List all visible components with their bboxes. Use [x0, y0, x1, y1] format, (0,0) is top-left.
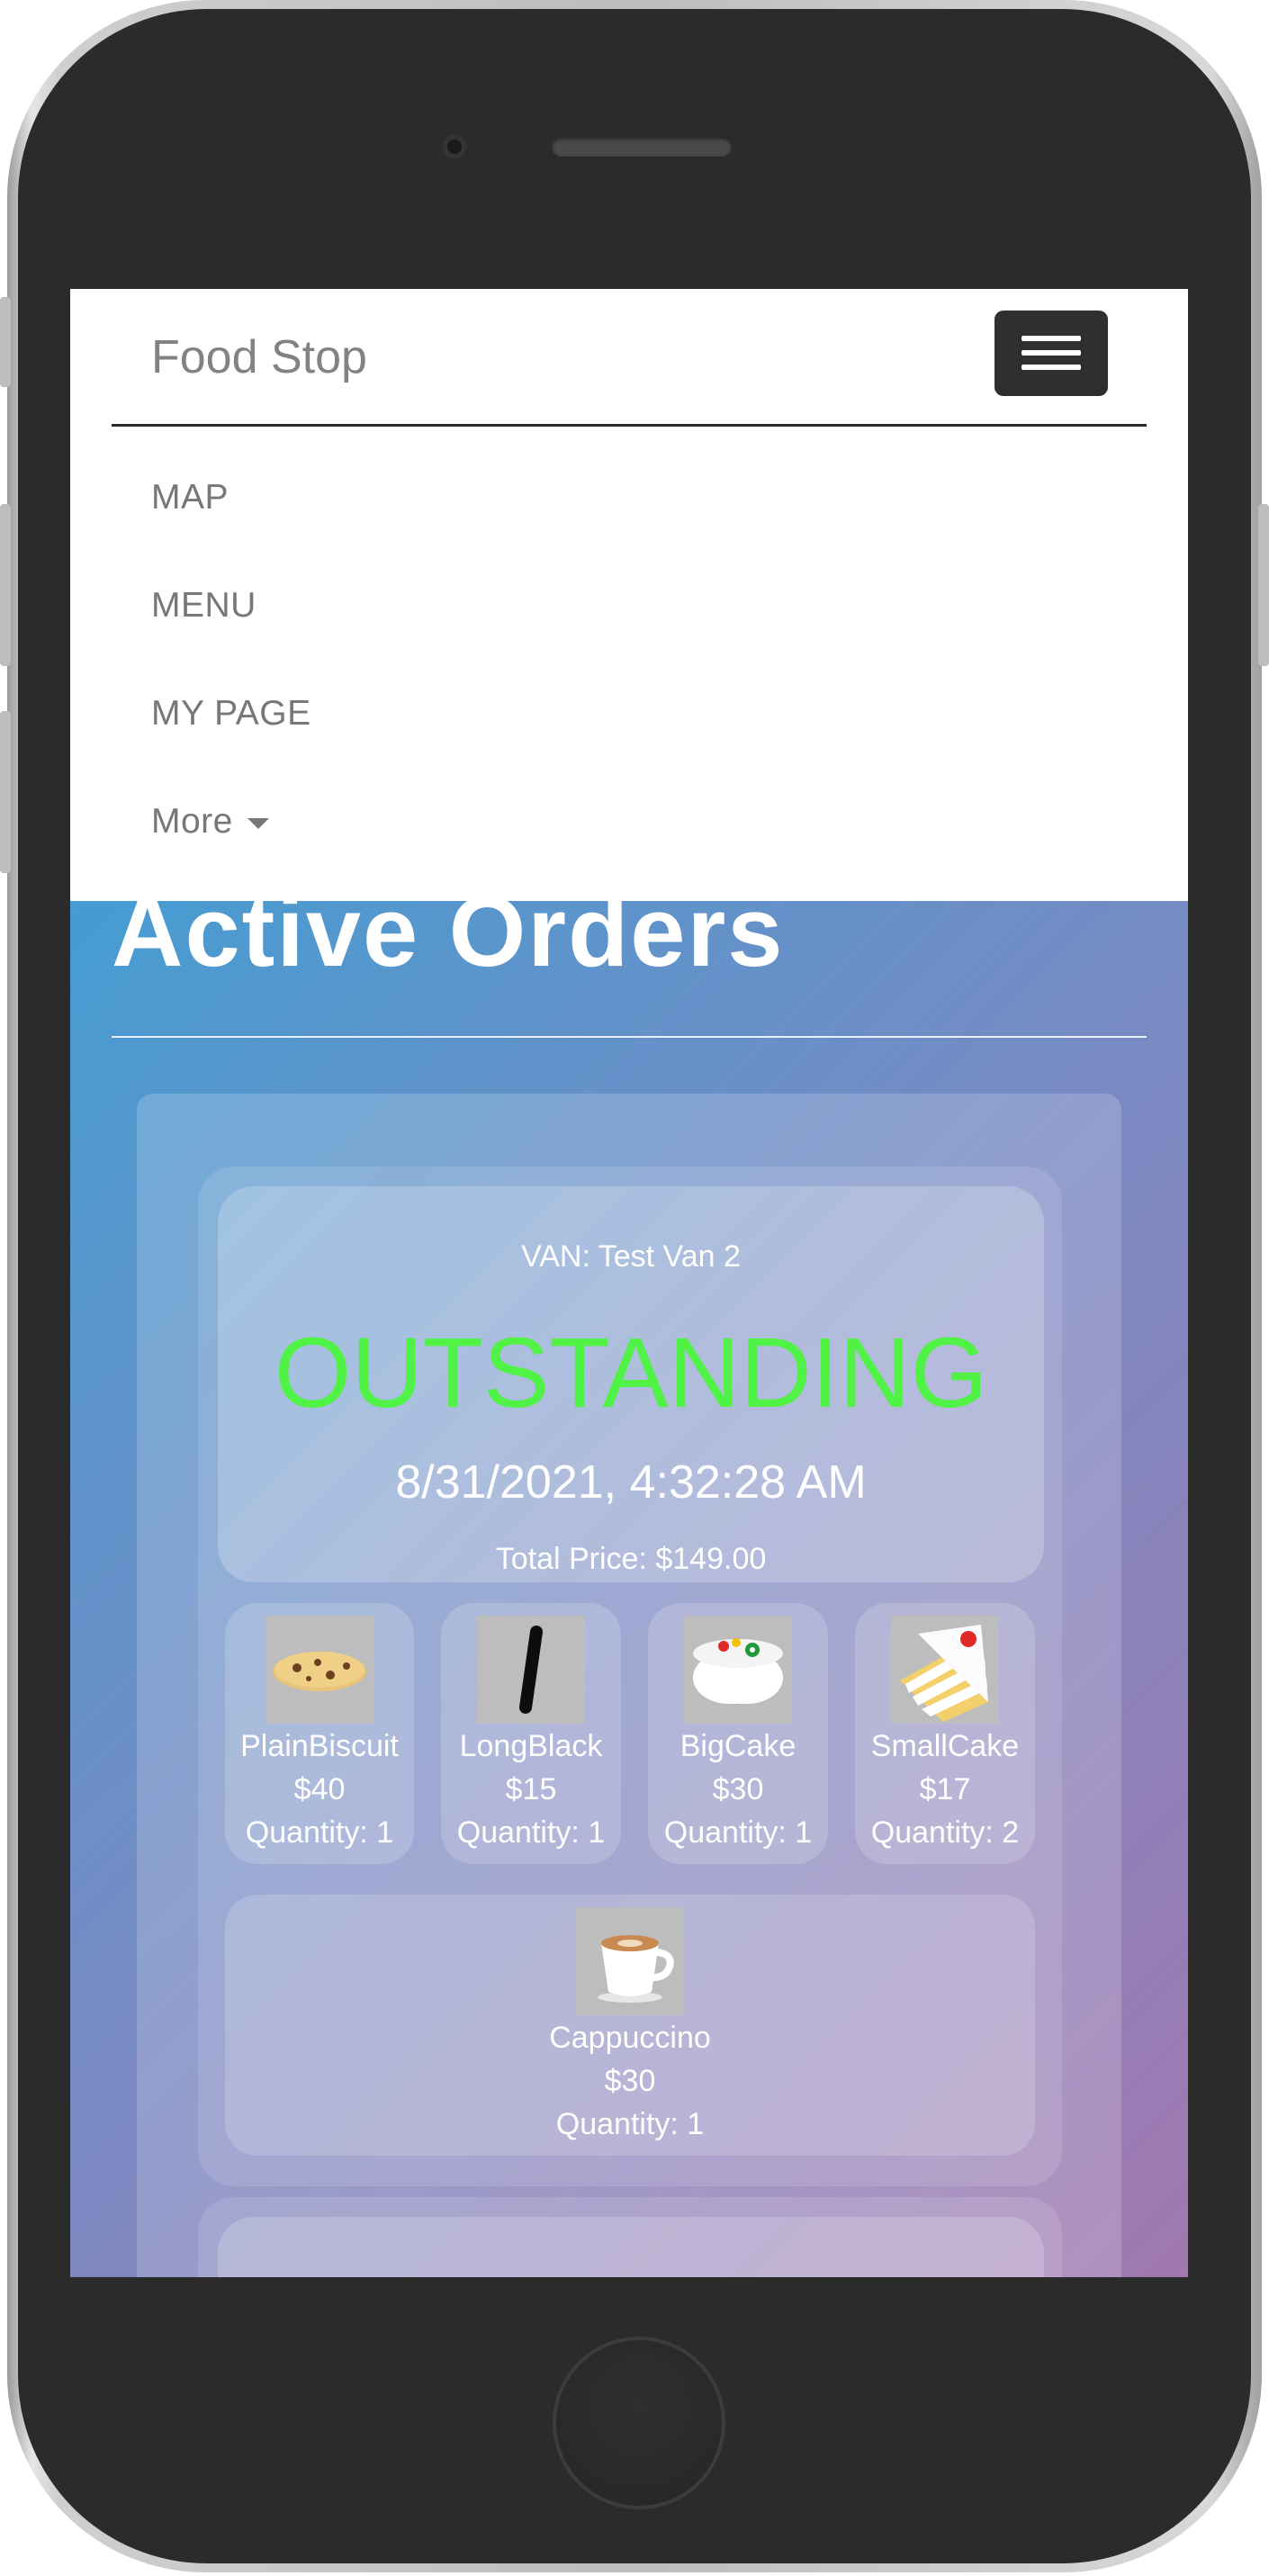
- cake-slice-icon: [891, 1616, 999, 1724]
- nav-item-menu[interactable]: MENU: [151, 586, 256, 626]
- nav-item-more[interactable]: More: [151, 802, 269, 842]
- order-total: Total Price: $149.00: [495, 1542, 767, 1576]
- volume-down-button: [0, 711, 11, 873]
- item-name: Cappuccino: [549, 2021, 711, 2055]
- item-quantity: Quantity: 1: [245, 1815, 394, 1850]
- order-status: OUTSTANDING: [274, 1318, 988, 1428]
- nav-item-more-label: More: [151, 802, 233, 841]
- nav-divider: [112, 424, 1147, 427]
- van-label: VAN: Test Van 2: [521, 1239, 741, 1274]
- order-item: SmallCake $17 Quantity: 2: [855, 1603, 1035, 1864]
- item-name: BigCake: [680, 1729, 796, 1763]
- item-price: $30: [604, 2064, 656, 2098]
- biscuit-icon: [266, 1616, 374, 1724]
- order-item: Cappuccino $30 Quantity: 1: [225, 1895, 1035, 2156]
- item-quantity: Quantity: 1: [663, 1815, 813, 1850]
- mute-switch: [0, 297, 11, 387]
- power-button: [1258, 504, 1269, 666]
- item-price: $15: [505, 1772, 557, 1806]
- app-screen: Active Orders VAN: Test Van 2 OUTSTANDIN…: [70, 289, 1188, 2277]
- coffee-cup-icon: [576, 1907, 684, 2015]
- big-cake-icon: [684, 1616, 792, 1724]
- item-name: LongBlack: [459, 1729, 603, 1763]
- nav-item-map[interactable]: MAP: [151, 478, 229, 518]
- hamburger-icon: [1022, 365, 1081, 370]
- hamburger-icon: [1022, 336, 1081, 341]
- item-quantity: Quantity: 1: [555, 2107, 705, 2141]
- volume-up-button: [0, 504, 11, 666]
- item-price: $17: [919, 1772, 971, 1806]
- item-name: SmallCake: [870, 1729, 1020, 1763]
- item-price: $30: [712, 1772, 764, 1806]
- item-price: $40: [293, 1772, 346, 1806]
- hamburger-icon: [1022, 350, 1081, 356]
- earpiece-speaker: [552, 137, 732, 157]
- order-item: LongBlack $15 Quantity: 1: [441, 1603, 621, 1864]
- home-button[interactable]: [553, 2337, 725, 2509]
- title-divider: [112, 1036, 1147, 1038]
- front-camera: [442, 134, 467, 159]
- caret-down-icon: [247, 817, 269, 829]
- item-name: PlainBiscuit: [240, 1729, 399, 1763]
- order-item: BigCake $30 Quantity: 1: [648, 1603, 828, 1864]
- navbar: Food Stop MAP MENU MY PAGE More: [70, 289, 1188, 901]
- long-black-icon: [477, 1616, 585, 1724]
- item-quantity: Quantity: 2: [870, 1815, 1020, 1850]
- order-datetime: 8/31/2021, 4:32:28 AM: [395, 1456, 867, 1509]
- item-quantity: Quantity: 1: [456, 1815, 606, 1850]
- order-summary: [218, 2217, 1044, 2277]
- nav-item-my-page[interactable]: MY PAGE: [151, 694, 311, 734]
- navbar-toggler-button[interactable]: [994, 311, 1108, 396]
- order-item: PlainBiscuit $40 Quantity: 1: [225, 1603, 414, 1864]
- brand-link[interactable]: Food Stop: [151, 330, 367, 384]
